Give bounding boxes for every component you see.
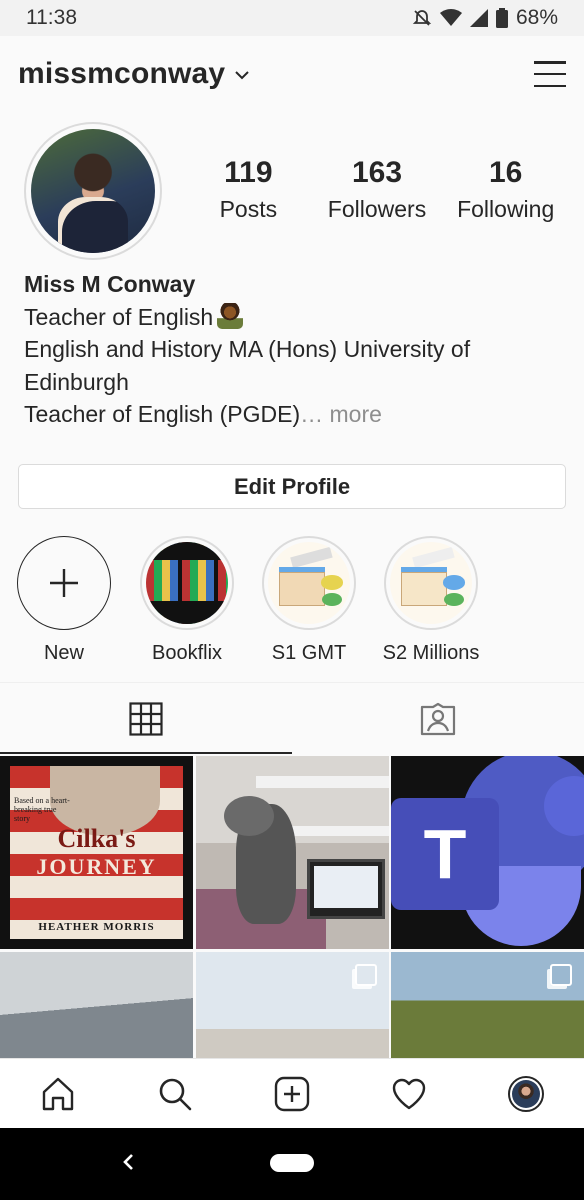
book-tagline: Based on a heart-breaking true story [14,796,70,823]
profile-photo [31,129,155,253]
stat-followers[interactable]: 163 Followers [313,156,442,226]
post-thumbnail[interactable] [391,952,584,1058]
battery-percent: 68% [515,6,558,29]
stat-value: 163 [351,156,403,189]
book-title: JOURNEY [36,854,157,879]
profile-bio: Miss M Conway Teacher of English English… [24,268,514,431]
stat-value: 119 [224,156,273,189]
battery-icon [495,8,508,28]
bio-text: Teacher of English (PGDE) [24,401,301,427]
highlight-cover [140,536,234,630]
plus-icon [50,569,78,597]
home-pill-button[interactable] [270,1154,314,1172]
post-thumbnail[interactable] [196,756,389,949]
highlight-label: S2 Millions [382,642,480,664]
new-post-icon[interactable] [234,1076,351,1112]
stat-following[interactable]: 16 Following [441,156,570,226]
bio-line: Teacher of English (PGDE)… more [24,398,514,431]
highlight-label: New [43,642,84,664]
post-thumbnail[interactable]: Based on a heart-breaking true story Cil… [0,756,193,949]
heart-icon[interactable] [350,1077,467,1111]
carousel-icon [550,964,572,986]
highlight-image [268,542,350,624]
teacher-emoji-icon [217,302,244,329]
home-icon[interactable] [0,1076,117,1112]
notifications-off-icon [412,8,432,28]
stat-value: 16 [488,156,523,189]
search-icon[interactable] [117,1076,234,1112]
post-thumbnail[interactable] [196,952,389,1058]
highlight-s1-gmt[interactable]: S1 GMT [259,536,359,665]
post-thumbnail[interactable] [0,952,193,1058]
carousel-icon [355,964,377,986]
edit-profile-button[interactable]: Edit Profile [18,464,566,509]
bio-line: Teacher of English [24,301,514,334]
display-name: Miss M Conway [24,271,196,297]
status-bar: 11:38 68% [0,0,584,36]
highlight-s2-millions[interactable]: S2 Millions [381,536,481,665]
post-grid: Based on a heart-breaking true story Cil… [0,756,584,1058]
highlight-cover [384,536,478,630]
profile-stats: 119 Posts 163 Followers 16 Following [184,156,570,226]
highlight-label: S1 GMT [271,642,347,664]
chevron-down-icon[interactable] [235,67,250,85]
tagged-person-icon [420,702,456,735]
menu-icon[interactable] [534,61,566,87]
profile-tab[interactable] [467,1075,584,1112]
status-time: 11:38 [26,6,77,29]
profile-header: missmconway [0,36,584,112]
wifi-icon [439,9,462,27]
highlight-bookflix[interactable]: Bookflix [137,536,237,665]
stat-label: Posts [219,196,278,222]
tab-tagged[interactable] [292,683,584,754]
stat-label: Followers [327,196,427,222]
book-cover-image: Based on a heart-breaking true story Cil… [10,766,183,939]
back-icon[interactable] [118,1150,138,1174]
avatar [507,1075,544,1112]
cell-signal-icon [469,9,488,27]
username[interactable]: missmconway [18,57,225,91]
bio-text: Teacher of English [24,303,214,330]
profile-tabs [0,682,584,754]
story-highlights: New Bookflix S1 GMT S2 Millions [0,536,584,666]
system-nav-bar [0,1128,584,1200]
new-highlight-button[interactable] [17,536,111,630]
profile-avatar[interactable] [24,122,162,260]
post-thumbnail[interactable]: T [391,756,584,949]
highlight-cover [262,536,356,630]
highlight-image [146,542,228,624]
stat-label: Following [457,196,555,222]
more-link[interactable]: … more [300,401,382,427]
stat-posts[interactable]: 119 Posts [184,156,313,226]
teams-logo-icon: T [391,798,499,910]
grid-icon [129,701,163,736]
highlight-image [390,542,472,624]
highlight-label: Bookflix [151,642,223,664]
bio-line: English and History MA (Hons) University… [24,336,471,395]
profile-summary: 119 Posts 163 Followers 16 Following [0,120,584,260]
highlight-new[interactable]: New [14,536,114,665]
tab-grid[interactable] [0,683,292,754]
bottom-nav [0,1058,584,1128]
book-author: HEATHER MORRIS [38,921,155,933]
book-title: Cilka's [57,824,136,853]
